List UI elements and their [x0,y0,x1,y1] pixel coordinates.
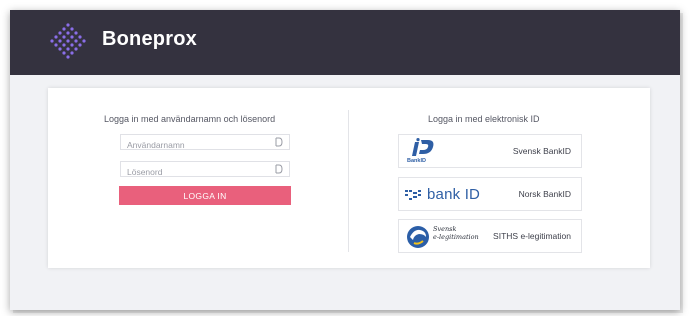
username-input[interactable] [121,138,277,152]
bankid-logo-text: BankID [407,158,426,164]
password-input[interactable] [121,165,277,179]
siths-e-legitimation-label: SITHS e-legitimation [493,231,571,241]
diamond-dots-icon [50,23,86,59]
svensk-bankid-label: Svensk BankID [512,146,571,156]
top-bar: Boneprox [10,10,680,75]
username-field[interactable] [120,134,290,152]
app-window: Boneprox Logga in med användarnamn och l… [10,10,680,310]
autofill-key-icon[interactable] [275,137,283,147]
autofill-key-icon[interactable] [275,164,283,174]
svensk-e-legitimation-logo-icon: Svensk e-legitimation [405,224,485,250]
siths-e-legitimation-button[interactable]: Svensk e-legitimation SITHS e-legitimati… [398,219,582,253]
svensk-bankid-button[interactable]: BankID Svensk BankID [398,134,582,168]
e-legitimation-logo-line-2: e-legitimation [433,233,479,241]
password-field[interactable] [120,161,290,179]
norsk-bankid-logo-icon: bank ID [405,185,495,205]
password-login-heading: Logga in med användarnamn och lösenord [104,114,276,124]
e-legitimation-logo-text: Svensk e-legitimation [433,225,479,241]
login-button[interactable]: LOGGA IN [119,186,291,205]
login-card: Logga in med användarnamn och lösenord L… [48,88,650,268]
e-legitimation-logo-line-1: Svensk [433,225,457,233]
norsk-bankid-label: Norsk BankID [518,189,571,199]
eid-login-heading: Logga in med elektronisk ID [428,114,540,124]
brand-name: Boneprox [102,28,197,50]
column-divider [348,110,349,252]
norsk-bankid-logo-text: bank ID [427,186,481,203]
norsk-bankid-button[interactable]: bank ID Norsk BankID [398,177,582,211]
bankid-logo-icon: BankID [405,138,445,166]
